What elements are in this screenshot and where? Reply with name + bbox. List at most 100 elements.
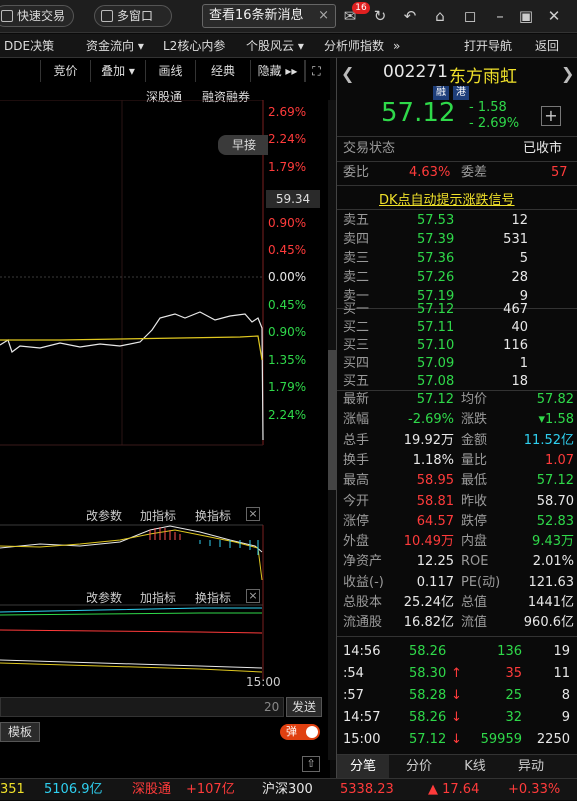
toggle-knob (306, 726, 318, 738)
tick-row[interactable]: :57 58.28 ↓ 25 8 (337, 686, 577, 706)
tick-row[interactable]: 15:00 57.12 ↓ 59959 2250 (337, 730, 577, 750)
stats-row[interactable]: 总股本 25.24亿 总值 1441亿 (337, 593, 577, 613)
pct-zero-label: 0.00% (268, 270, 307, 284)
stats-row[interactable]: 收益(-) 0.117 PE(动) 121.63 (337, 573, 577, 593)
menu-dde[interactable]: DDE决策 (4, 34, 54, 58)
ind1-add[interactable]: 加指标 (140, 507, 176, 524)
stats-row[interactable]: 净资产 12.25 ROE 2.01% (337, 552, 577, 572)
tab-overlay[interactable]: 叠加 ▾ (90, 60, 145, 82)
menu-open-nav[interactable]: 打开导航 (464, 34, 512, 58)
index-label[interactable]: 沪深300 (262, 779, 313, 801)
dk-signal-link[interactable]: DK点自动提示涨跌信号 (379, 189, 515, 208)
tab-price-dist[interactable]: 分价 (393, 755, 445, 779)
undo-icon[interactable]: ↶ (402, 8, 418, 24)
trade-icon (1, 10, 13, 22)
stats-row[interactable]: 换手 1.18% 量比 1.07 (337, 451, 577, 471)
ind2-params[interactable]: 改参数 (86, 589, 122, 606)
stats-row[interactable]: 总手 19.92万 金额 11.52亿 (337, 431, 577, 451)
pct-label: 0.90% (268, 216, 307, 230)
prev-stock-icon[interactable]: ❮ (341, 64, 354, 83)
ind2-add[interactable]: 加指标 (140, 589, 176, 606)
tab-movement[interactable]: 异动 (505, 755, 557, 779)
bottom-status-bar: 351 5106.9亿 深股通 +107亿 沪深300 5338.23 ▲ 17… (0, 778, 577, 800)
tab-classic[interactable]: 经典 (195, 60, 250, 82)
stats-row[interactable]: 涨停 64.57 跌停 52.83 (337, 512, 577, 532)
grid-icon (101, 10, 113, 22)
stock-code: 002271 (383, 62, 448, 82)
menu-l2[interactable]: L2核心内参 (163, 34, 225, 58)
bid-level[interactable]: 买一 57.12 467 (337, 300, 577, 320)
last-price: 57.12 (381, 98, 456, 128)
menu-bar: DDE决策 资金流向 ▾ L2核心内参 个股风云 ▾ 分析师指数 » 打开导航 … (0, 34, 577, 58)
tick-row[interactable]: :54 58.30 ↑ 35 11 (337, 664, 577, 684)
next-stock-icon[interactable]: ❯ (561, 64, 574, 83)
pct-label: 0.45% (268, 243, 307, 257)
stats-row[interactable]: 涨幅 -2.69% 涨跌 ▾1.58 (337, 410, 577, 430)
stats-row[interactable]: 流通股 16.82亿 流值 960.6亿 (337, 613, 577, 633)
new-message-button[interactable]: 查看16条新消息 × (202, 4, 336, 28)
stats-row[interactable]: 最新 57.12 均价 57.82 (337, 390, 577, 410)
close-message-icon[interactable]: × (318, 5, 329, 27)
popup-toggle[interactable]: 弹 (280, 724, 320, 740)
message-input[interactable] (0, 697, 284, 717)
time-axis-label: 15:00 (246, 675, 281, 689)
detail-tabs: 分笔 分价 K线 异动 (337, 754, 577, 779)
tab-auction[interactable]: 竞价 (40, 60, 90, 82)
tick-row[interactable]: 14:57 58.26 ↓ 32 9 (337, 708, 577, 728)
tab-draw[interactable]: 画线 (145, 60, 195, 82)
stop-icon[interactable]: ◻ (462, 8, 478, 24)
refresh-icon[interactable]: ↻ (372, 8, 388, 24)
price-change: - 1.58 (469, 100, 507, 115)
maximize-icon[interactable]: ▣ (518, 8, 534, 24)
scrollbar-thumb[interactable] (328, 350, 336, 490)
stats-row[interactable]: 外盘 10.49万 内盘 9.43万 (337, 532, 577, 552)
quick-trade-button[interactable]: 快速交易 (0, 5, 74, 27)
index-change-pct: +0.33% (508, 782, 561, 797)
top-toolbar: 快速交易 多窗口 查看16条新消息 × ✉ 16 ↻ ↶ ⌂ ◻ – ▣ ✕ (0, 0, 577, 33)
chart-tabs: 竞价 叠加 ▾ 画线 经典 隐藏 ▸▸ ⛶ (40, 60, 328, 82)
template-button[interactable]: 模板 (0, 722, 40, 742)
ind2-close-icon[interactable]: × (246, 589, 260, 603)
sgt-label[interactable]: 深股通 (132, 779, 171, 801)
close-icon[interactable]: ✕ (546, 8, 562, 24)
price-cursor-tag: 59.34 (266, 190, 320, 208)
menu-back[interactable]: 返回 (535, 34, 559, 58)
bid-level[interactable]: 买四 57.09 1 (337, 354, 577, 374)
ind1-params[interactable]: 改参数 (86, 507, 122, 524)
bid-level[interactable]: 买二 57.11 40 (337, 318, 577, 338)
multi-window-button[interactable]: 多窗口 (94, 5, 172, 27)
add-watchlist-button[interactable]: + (541, 106, 561, 126)
early-brief-button[interactable]: 早接 (218, 135, 268, 155)
send-button[interactable]: 发送 (286, 697, 322, 717)
tab-ticks[interactable]: 分笔 (337, 755, 389, 779)
tab-kline[interactable]: K线 (449, 755, 501, 779)
ind2-switch[interactable]: 换指标 (195, 589, 231, 606)
price-change-pct: - 2.69% (469, 116, 520, 131)
stats-row[interactable]: 最高 58.95 最低 57.12 (337, 471, 577, 491)
menu-capital-flow[interactable]: 资金流向 ▾ (86, 34, 144, 58)
ask-level[interactable]: 卖五 57.53 12 (337, 211, 577, 231)
ask-level[interactable]: 卖四 57.39 531 (337, 230, 577, 250)
sgt-value: +107亿 (186, 782, 235, 797)
bid-level[interactable]: 买五 57.08 18 (337, 372, 577, 392)
ind1-close-icon[interactable]: × (246, 507, 260, 521)
ask-level[interactable]: 卖三 57.36 5 (337, 249, 577, 269)
pct-label: 1.35% (268, 353, 307, 367)
menu-more[interactable]: » (393, 34, 400, 58)
status-value: 351 (0, 782, 25, 797)
tab-hide[interactable]: 隐藏 ▸▸ (250, 60, 305, 82)
ask-level[interactable]: 卖二 57.26 28 (337, 268, 577, 288)
bid-level[interactable]: 买三 57.10 116 (337, 336, 577, 356)
menu-stock-news[interactable]: 个股风云 ▾ (246, 34, 304, 58)
tick-row[interactable]: 14:56 58.26 136 19 (337, 642, 577, 662)
char-count: 20 (264, 700, 280, 714)
ind1-switch[interactable]: 换指标 (195, 507, 231, 524)
shirt-icon[interactable]: ⌂ (432, 8, 448, 24)
pct-label: 0.45% (268, 298, 307, 312)
stats-row[interactable]: 今开 58.81 昨收 58.70 (337, 492, 577, 512)
fullscreen-icon[interactable]: ⛶ (305, 60, 327, 82)
scroll-top-icon[interactable]: ⇧ (302, 756, 320, 772)
minimize-icon[interactable]: – (492, 8, 508, 24)
macd-bars (149, 527, 181, 540)
menu-analyst[interactable]: 分析师指数 (324, 34, 384, 58)
